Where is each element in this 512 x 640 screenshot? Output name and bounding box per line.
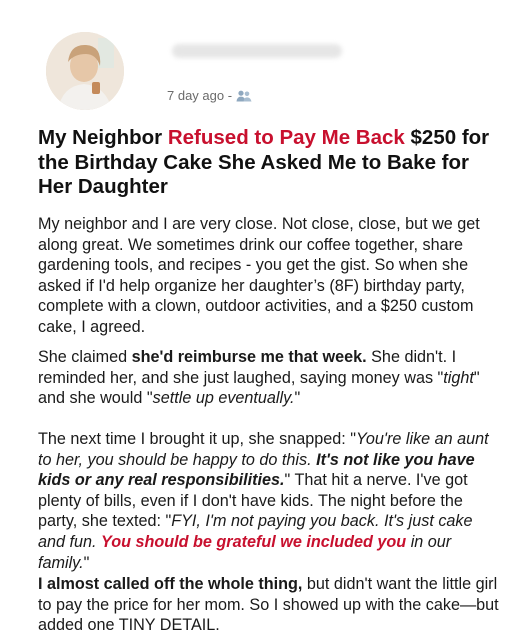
title-highlight: Refused to Pay Me Back: [167, 126, 405, 149]
avatar[interactable]: [46, 32, 124, 110]
paragraph-4: I almost called off the whole thing, but…: [38, 574, 500, 636]
p3-text-h: ": [83, 553, 90, 572]
post-header: 7 day ago -: [38, 30, 478, 120]
author-name-blurred[interactable]: [172, 44, 342, 58]
paragraph-2: She claimed she'd reimburse me that week…: [38, 347, 500, 409]
post-title: My Neighbor Refused to Pay Me Back $250 …: [38, 126, 498, 200]
p2-italic-settle: settle up eventually.: [152, 389, 295, 408]
paragraph-1: My neighbor and I are very close. Not cl…: [38, 215, 480, 336]
p2-italic-tight: tight: [443, 368, 474, 387]
p3-red-highlight: You should be grateful we included you: [101, 532, 407, 551]
title-part-1: My Neighbor: [38, 126, 168, 149]
post-time: 7 day ago -: [167, 88, 233, 103]
people-icon[interactable]: [236, 90, 252, 102]
p2-bold-promise: she'd reimburse me that week.: [131, 348, 367, 366]
p2-text-g: ": [294, 389, 301, 408]
post-meta: 7 day ago -: [167, 88, 252, 103]
paragraph-3: The next time I brought it up, she snapp…: [38, 429, 500, 573]
avatar-photo-icon: [46, 32, 124, 110]
post-card: 7 day ago - My Neighbor Refused to Pay M…: [0, 0, 512, 640]
p3-text-a: The next time I brought it up, she snapp…: [38, 430, 356, 448]
p2-text-a: She claimed: [38, 348, 132, 366]
p4-bold-intro: I almost called off the whole thing,: [38, 575, 303, 593]
